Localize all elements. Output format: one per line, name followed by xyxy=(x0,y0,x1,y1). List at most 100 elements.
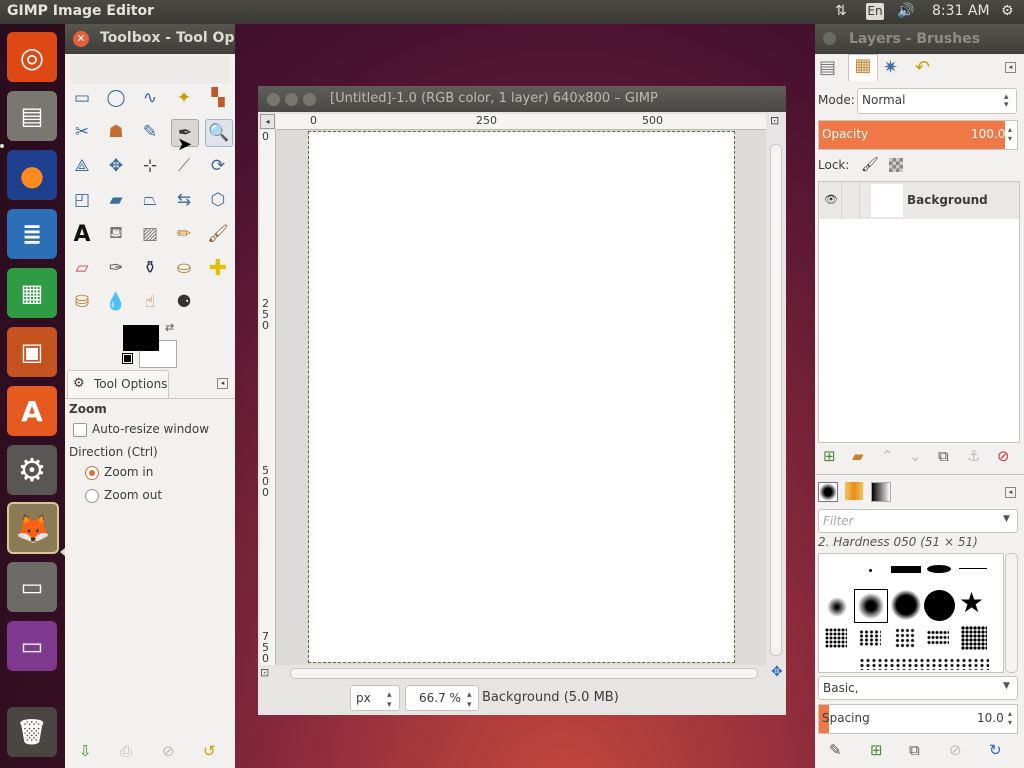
tab-menu-icon[interactable]: ◂ xyxy=(1005,487,1016,498)
clone-icon[interactable]: ⛀ xyxy=(171,255,197,281)
quick-mask-menu-icon[interactable]: ◂ xyxy=(260,114,275,129)
tab-menu-icon[interactable]: ◂ xyxy=(217,378,228,389)
libreoffice-calc-icon[interactable]: ▦ xyxy=(7,268,57,318)
scissors-select-icon[interactable]: ✂ xyxy=(69,119,95,145)
smudge-icon[interactable]: ☝ xyxy=(137,289,163,315)
delete-brush-icon[interactable]: ⊘ xyxy=(949,741,962,759)
align-icon[interactable]: ⊹ xyxy=(137,153,163,179)
foreground-color-swatch[interactable] xyxy=(123,325,159,351)
brush-item[interactable] xyxy=(959,568,987,569)
brush-item[interactable] xyxy=(825,628,847,648)
blend-icon[interactable]: ▨ xyxy=(137,221,163,247)
scale-icon[interactable]: ◰ xyxy=(69,187,95,213)
paths-icon[interactable]: ✎ xyxy=(137,119,163,145)
perspective-icon[interactable]: ⏢ xyxy=(137,187,163,213)
tab-patterns[interactable] xyxy=(845,482,863,500)
brush-item[interactable] xyxy=(927,565,951,573)
dodge-burn-icon[interactable]: ⚈ xyxy=(171,289,197,315)
brush-item[interactable] xyxy=(859,658,989,670)
brush-item[interactable] xyxy=(924,590,955,621)
navigation-cross-icon[interactable]: ✥ xyxy=(771,664,783,680)
minimize-icon[interactable] xyxy=(285,93,298,106)
reset-options-icon[interactable]: ↺ xyxy=(203,742,216,760)
libreoffice-writer-icon[interactable]: ≣ xyxy=(7,209,57,259)
close-icon[interactable] xyxy=(267,93,280,106)
save-options-icon[interactable]: ⇩ xyxy=(79,742,92,760)
foreground-select-icon[interactable]: ☗ xyxy=(103,119,129,145)
vertical-scrollbar[interactable] xyxy=(770,144,782,656)
tab-layers[interactable]: ▤ xyxy=(819,57,836,78)
airbrush-icon[interactable]: ✑ xyxy=(103,255,129,281)
refresh-brushes-icon[interactable]: ↻ xyxy=(989,741,1002,759)
tab-tool-options[interactable]: ⚙ Tool Options xyxy=(67,370,169,399)
new-layer-icon[interactable]: ⊞ xyxy=(823,447,836,465)
save-disk-icon[interactable]: ▭ xyxy=(7,562,57,612)
brush-item[interactable] xyxy=(927,630,949,646)
software-center-icon[interactable]: A xyxy=(7,386,57,436)
tab-menu-icon[interactable]: ◂ xyxy=(1005,62,1016,73)
shear-icon[interactable]: ▰ xyxy=(103,187,129,213)
perspective-clone-icon[interactable]: ⛁ xyxy=(69,289,95,315)
workspace-switcher-icon[interactable]: ▭ xyxy=(7,621,57,671)
new-layer-group-icon[interactable]: ▰ xyxy=(852,447,864,465)
tab-undo[interactable]: ↶ xyxy=(915,57,930,78)
ellipse-select-icon[interactable]: ◯ xyxy=(103,85,129,111)
zoom-select[interactable]: 66.7 % ▴ ▾ xyxy=(405,685,479,711)
brush-item[interactable] xyxy=(827,597,847,617)
horizontal-scrollbar[interactable] xyxy=(290,668,758,679)
files-icon[interactable]: ▤ xyxy=(7,91,57,141)
swap-colors-icon[interactable]: ⇄ xyxy=(165,321,174,334)
auto-resize-checkbox[interactable] xyxy=(73,423,87,437)
unit-select[interactable]: px ▴ ▾ xyxy=(350,685,400,711)
brush-item[interactable] xyxy=(891,590,921,620)
opacity-slider[interactable]: Opacity 100.0 ▴ ▾ xyxy=(818,120,1018,150)
move-icon[interactable]: ✥ xyxy=(103,153,129,179)
filter-input[interactable]: Filter ▼ xyxy=(818,509,1018,533)
anchor-layer-icon[interactable]: ⚓ xyxy=(967,447,980,465)
mode-select[interactable]: Normal ▴ ▾ xyxy=(857,88,1017,114)
fuzzy-select-icon[interactable]: ✦ xyxy=(171,85,197,111)
ink-icon[interactable]: ⚱ xyxy=(137,255,163,281)
brush-tag-select[interactable]: Basic, ▼ xyxy=(818,676,1018,700)
bucket-fill-icon[interactable]: ⛾ xyxy=(103,221,129,247)
close-icon[interactable]: ✕ xyxy=(73,31,89,47)
rect-select-icon[interactable]: ▭ xyxy=(69,85,95,111)
tab-brushes[interactable] xyxy=(818,482,838,502)
default-colors-icon[interactable] xyxy=(122,353,133,364)
libreoffice-impress-icon[interactable]: ▣ xyxy=(7,327,57,377)
blur-icon[interactable]: 💧 xyxy=(103,289,129,315)
edit-brush-icon[interactable]: ✎ xyxy=(829,741,842,759)
ubuntu-dash-icon[interactable]: ◎ xyxy=(7,32,57,82)
duplicate-brush-icon[interactable]: ⧉ xyxy=(909,741,920,759)
cage-transform-icon[interactable]: ⬡ xyxy=(205,187,231,213)
brush-item[interactable] xyxy=(859,630,881,646)
zoom-follow-icon[interactable]: ⊡ xyxy=(770,114,779,127)
new-brush-icon[interactable]: ⊞ xyxy=(870,741,883,759)
lower-layer-icon[interactable]: ⌄ xyxy=(909,447,922,465)
rotate-icon[interactable]: ⟳ xyxy=(205,153,231,179)
horizontal-ruler[interactable]: 0 250 500 xyxy=(276,114,766,130)
brush-grid[interactable]: ★ xyxy=(818,553,1004,673)
vertical-ruler[interactable]: 0 2 5 0 5 0 0 7 5 0 xyxy=(260,130,276,665)
layer-row[interactable]: 👁 Background xyxy=(819,182,1019,219)
measure-icon[interactable]: ⟁ xyxy=(69,153,95,179)
zoom-icon[interactable]: 🔍 xyxy=(205,119,233,147)
tab-gradients[interactable] xyxy=(871,482,891,502)
layer-list[interactable]: 👁 Background xyxy=(818,181,1020,443)
navigate-icon[interactable]: ⊡ xyxy=(260,666,269,679)
tab-paths[interactable]: ✷ xyxy=(883,57,898,78)
raise-layer-icon[interactable]: ⌃ xyxy=(881,447,894,465)
lock-pixels-icon[interactable]: 🖌 xyxy=(861,157,879,173)
delete-layer-icon[interactable]: ⊘ xyxy=(997,447,1010,465)
restore-options-icon[interactable]: ⎙ xyxy=(120,742,132,760)
crop-icon[interactable]: ⟋ xyxy=(171,153,197,179)
gimp-icon[interactable]: 🦊 xyxy=(7,502,59,554)
close-icon[interactable] xyxy=(823,32,836,45)
brush-item[interactable] xyxy=(961,626,987,650)
brush-item[interactable] xyxy=(895,628,915,648)
lock-alpha-icon[interactable] xyxy=(889,158,903,172)
pencil-icon[interactable]: ✏ xyxy=(171,221,197,247)
clock[interactable]: 8:31 AM xyxy=(932,3,990,19)
spacing-slider[interactable]: Spacing 10.0 ▴ ▾ xyxy=(818,704,1018,734)
image-canvas[interactable] xyxy=(308,131,735,663)
